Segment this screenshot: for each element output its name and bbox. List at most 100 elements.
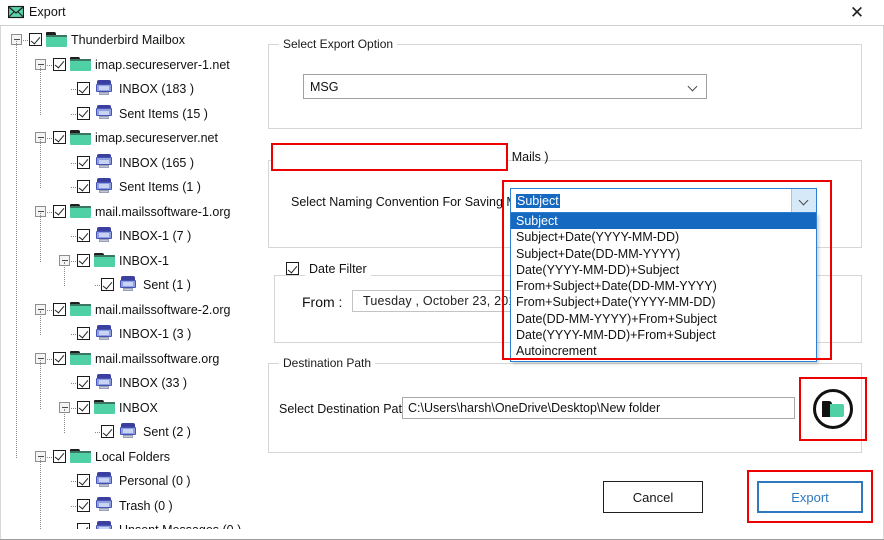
mailbox-icon <box>95 80 113 96</box>
export-button[interactable]: Export <box>757 481 863 513</box>
tree-connector <box>47 138 52 140</box>
tree-item-label: Personal (0 ) <box>119 474 191 488</box>
mailbox-icon <box>95 496 113 513</box>
dropdown-option[interactable]: Subject+Date(DD-MM-YYYY) <box>511 246 816 262</box>
folder-icon <box>94 399 115 415</box>
tree-connector <box>47 358 52 361</box>
mailbox-icon <box>95 153 113 170</box>
chevron-down-icon[interactable] <box>791 189 816 212</box>
tree-item-checkbox[interactable] <box>77 523 90 529</box>
tree-item-label: mail.mailssoftware-2.org <box>95 302 231 317</box>
tree-item-checkbox[interactable] <box>101 278 114 291</box>
naming-convention-field-label: Select Naming Convention For Saving Mail… <box>291 195 536 209</box>
tree-item-label: mail.mailssoftware.org <box>95 351 220 366</box>
tree-item[interactable]: Sent (1 ) <box>1 273 263 297</box>
mail-export-icon <box>7 5 25 19</box>
folder-browse-icon[interactable] <box>813 389 853 429</box>
tree-item-checkbox[interactable] <box>77 155 90 169</box>
tree-connector <box>64 408 66 433</box>
tree-item-label: INBOX (183 ) <box>119 82 195 96</box>
export-format-combobox[interactable]: MSG <box>303 74 707 99</box>
chevron-down-icon[interactable] <box>680 75 706 98</box>
tree-connector <box>47 211 52 214</box>
date-filter-label: Date Filter <box>305 262 371 276</box>
dropdown-option[interactable]: Subject <box>511 213 816 230</box>
close-icon[interactable]: ✕ <box>836 0 878 25</box>
tree-connector <box>71 481 76 483</box>
naming-convention-selected-value: Subject <box>516 193 560 208</box>
tree-item-checkbox[interactable] <box>77 327 90 340</box>
tree-item-label: imap.secureserver.net <box>95 131 218 145</box>
dropdown-option[interactable]: Date(YYYY-MM-DD)+Subject <box>511 262 816 278</box>
folder-icon <box>46 32 67 47</box>
tree-connector <box>71 260 76 263</box>
naming-convention-combobox[interactable]: Subject <box>510 188 817 213</box>
dropdown-option[interactable]: Date(YYYY-MM-DD)+From+Subject <box>511 327 816 343</box>
tree-connector <box>40 65 42 115</box>
tree-item-label: INBOX (165 ) <box>119 155 195 170</box>
dropdown-option[interactable]: Autoincrement <box>511 343 816 359</box>
tree-connector <box>47 309 52 312</box>
tree-item-checkbox[interactable] <box>77 106 90 120</box>
tree-connector <box>40 457 42 529</box>
tree-connector <box>71 334 76 336</box>
tree-item-label: INBOX <box>119 400 158 415</box>
tree-connector <box>71 187 76 189</box>
folder-icon <box>70 350 91 366</box>
tree-connector <box>95 432 100 434</box>
mailbox-folder-tree[interactable]: Thunderbird Mailbox imap.secureserver-1.n… <box>1 27 263 529</box>
destination-path-field-label: Select Destination Path <box>279 402 409 416</box>
tree-item-checkbox[interactable] <box>77 498 90 512</box>
naming-convention-dropdown-list[interactable]: Subject Subject+Date(YYYY-MM-DD) Subject+D… <box>510 213 817 362</box>
tree-item[interactable]: Sent (2 ) <box>1 420 263 444</box>
mailbox-icon <box>119 423 137 439</box>
window-titlebar: Export ✕ <box>0 0 884 26</box>
tree-item-label: Thunderbird Mailbox <box>71 33 185 47</box>
tree-item-checkbox[interactable] <box>77 253 90 267</box>
tree-item-checkbox[interactable] <box>53 131 66 144</box>
tree-item-checkbox[interactable] <box>77 229 90 242</box>
folder-icon <box>70 56 91 72</box>
date-filter-checkbox[interactable] <box>286 262 299 275</box>
tree-item-checkbox[interactable] <box>77 180 90 193</box>
tree-item-label: Local Folders <box>95 449 171 464</box>
tree-connector <box>40 359 42 409</box>
naming-convention-title: Naming Convention ( Applicable Only For … <box>279 150 549 164</box>
tree-item-checkbox[interactable] <box>53 302 66 316</box>
tree-connector <box>64 261 66 286</box>
tree-item[interactable]: Thunderbird Mailbox <box>1 28 263 52</box>
tree-item-checkbox[interactable] <box>53 449 66 463</box>
tree-item-label: Sent Items (1 ) <box>119 180 201 194</box>
dropdown-option[interactable]: Subject+Date(YYYY-MM-DD) <box>511 229 816 245</box>
tree-connector <box>71 505 76 508</box>
tree-item-label: Sent (2 ) <box>143 425 191 439</box>
dropdown-option[interactable]: From+Subject+Date(YYYY-MM-DD) <box>511 294 816 310</box>
cancel-button[interactable]: Cancel <box>603 481 703 513</box>
tree-item-checkbox[interactable] <box>77 82 90 95</box>
export-format-value: MSG <box>310 79 339 94</box>
tree-connector <box>71 407 76 410</box>
tree-item-checkbox[interactable] <box>53 204 66 218</box>
tree-item-label: Sent Items (15 ) <box>119 106 208 121</box>
tree-item-checkbox[interactable] <box>29 33 42 46</box>
tree-item-label: mail.mailssoftware-1.org <box>95 204 231 219</box>
destination-path-title: Destination Path <box>279 356 376 370</box>
folder-icon <box>70 301 91 317</box>
dropdown-option[interactable]: From+Subject+Date(DD-MM-YYYY) <box>511 278 816 294</box>
date-from-value: Tuesday , October 23, 2018 <box>363 294 523 308</box>
destination-path-value: C:\Users\harsh\OneDrive\Desktop\New fold… <box>408 401 661 415</box>
tree-connector <box>47 456 52 459</box>
tree-connector <box>23 40 28 42</box>
tree-item-checkbox[interactable] <box>77 376 90 389</box>
tree-item-checkbox[interactable] <box>53 351 66 365</box>
tree-item-checkbox[interactable] <box>101 425 114 438</box>
mailbox-icon <box>119 276 137 292</box>
tree-connector <box>16 41 18 458</box>
tree-item-checkbox[interactable] <box>77 474 90 487</box>
destination-path-input[interactable]: C:\Users\harsh\OneDrive\Desktop\New fold… <box>402 397 795 419</box>
tree-item-label: imap.secureserver-1.net <box>95 57 230 72</box>
tree-item-checkbox[interactable] <box>77 400 90 414</box>
tree-item-checkbox[interactable] <box>53 57 66 71</box>
mailbox-icon <box>95 104 113 121</box>
dropdown-option[interactable]: Date(DD-MM-YYYY)+From+Subject <box>511 311 816 327</box>
